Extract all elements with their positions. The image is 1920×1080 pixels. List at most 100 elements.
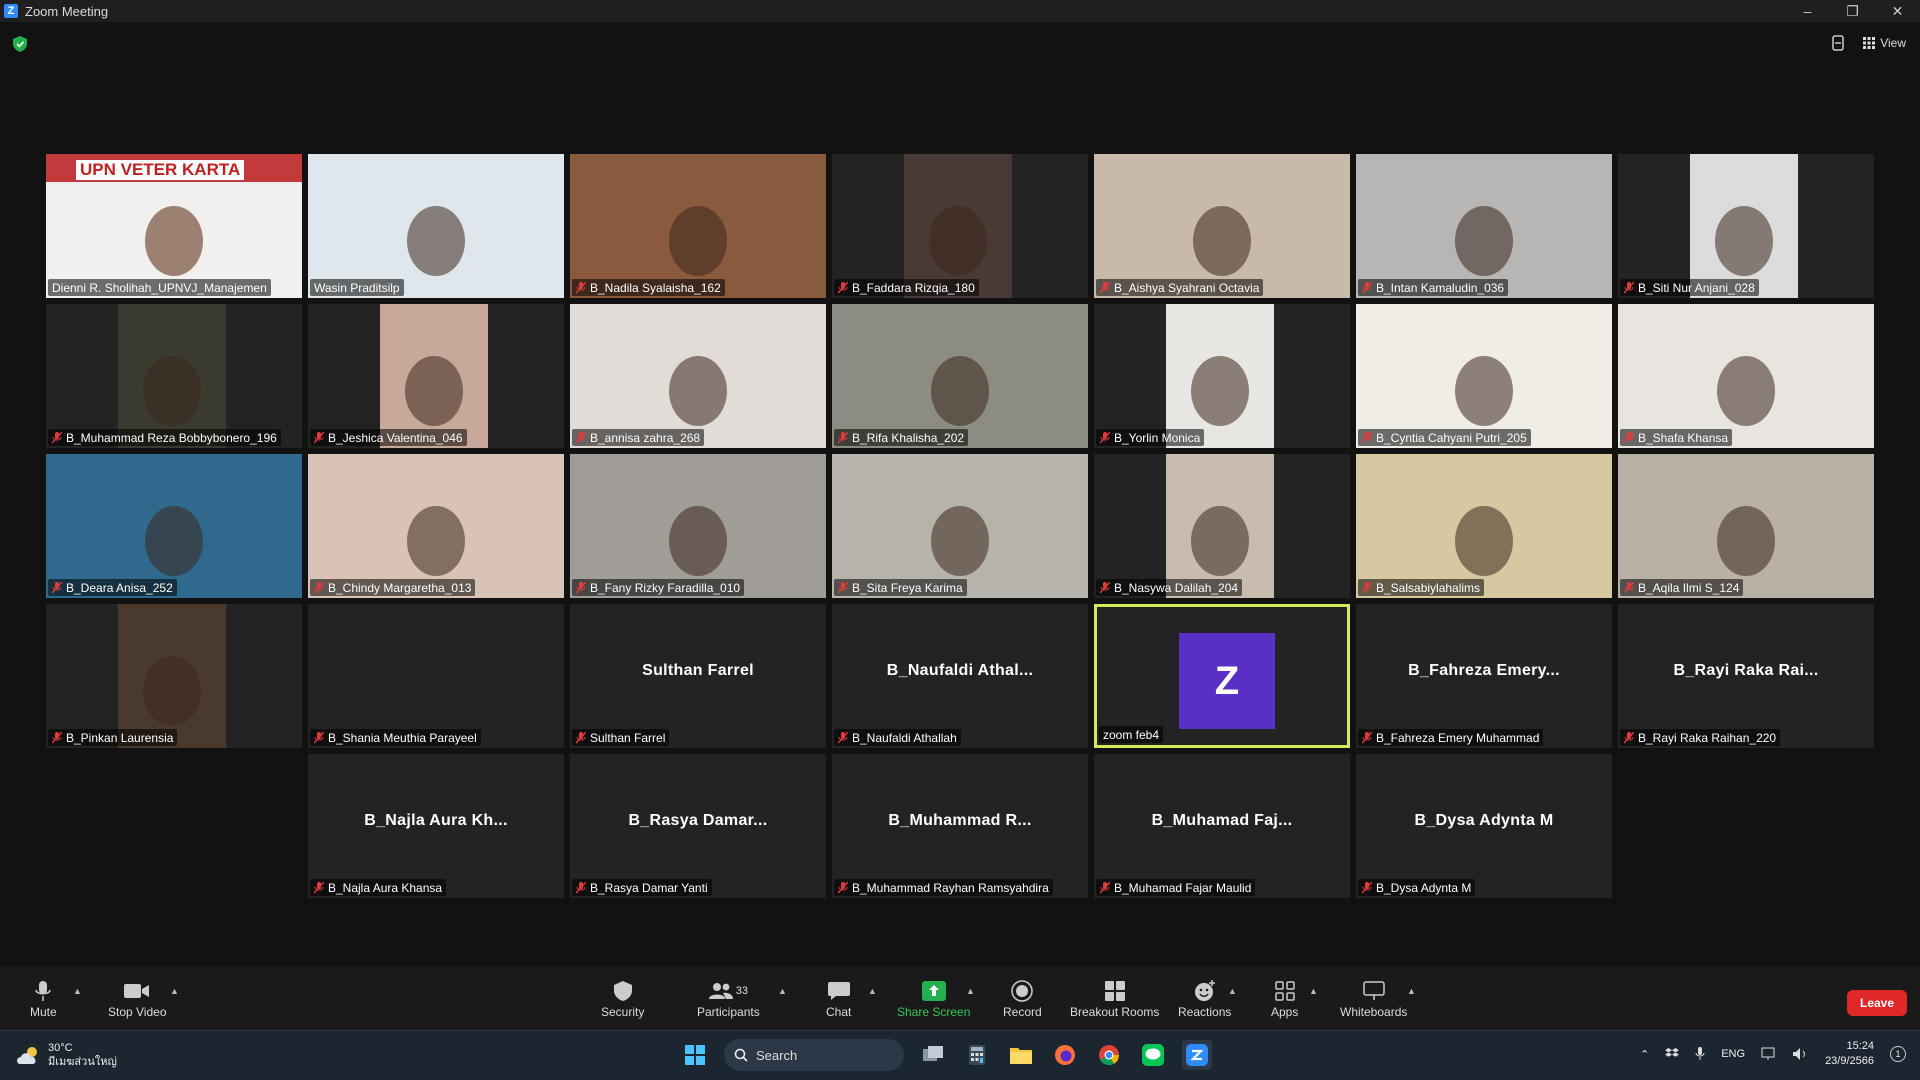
weather-widget[interactable]: 30°C มีเมฆส่วนใหญ่ <box>16 1041 117 1069</box>
participant-tile[interactable]: B_Deara Anisa_252 <box>46 454 302 598</box>
person-silhouette <box>407 506 465 576</box>
participant-tile[interactable]: B_Aqila Ilmi S_124 <box>1618 454 1874 598</box>
participant-tile[interactable]: B_Pinkan Laurensia <box>46 604 302 748</box>
chat-button[interactable]: Chat <box>826 980 851 1019</box>
breakout-rooms-button[interactable]: Breakout Rooms <box>1070 980 1159 1019</box>
participant-name-label: B_Yorlin Monica <box>1096 429 1205 446</box>
weather-text: มีเมฆส่วนใหญ่ <box>48 1056 117 1068</box>
participant-tile[interactable]: B_Naufaldi Athal... B_Naufaldi Athallah <box>832 604 1088 748</box>
taskbar-search[interactable]: Search <box>724 1039 904 1071</box>
whiteboards-button[interactable]: Whiteboards <box>1340 980 1407 1019</box>
video-options-caret[interactable]: ▲ <box>170 986 179 996</box>
close-button[interactable]: ✕ <box>1875 0 1920 22</box>
participant-tile[interactable]: B_Rasya Damar... B_Rasya Damar Yanti <box>570 754 826 898</box>
participant-tile[interactable]: B_Nadila Syalaisha_162 <box>570 154 826 298</box>
participant-tile[interactable]: UPN VETER KARTA Dienni R. Sholihah_UPNVJ_… <box>46 154 302 298</box>
participant-tile[interactable]: B_Najla Aura Kh... B_Najla Aura Khansa <box>308 754 564 898</box>
participant-tile[interactable]: B_Intan Kamaludin_036 <box>1356 154 1612 298</box>
participant-name-label: B_Pinkan Laurensia <box>48 729 178 746</box>
participant-tile[interactable]: B_annisa zahra_268 <box>570 304 826 448</box>
breakout-rooms-icon <box>1104 981 1125 1001</box>
participant-tile[interactable]: B_Nasywa Dalilah_204 <box>1094 454 1350 598</box>
reactions-button[interactable]: Reactions <box>1178 980 1231 1019</box>
participant-tile[interactable]: Sulthan Farrel Sulthan Farrel <box>570 604 826 748</box>
meeting-top-bar: View <box>0 22 1920 66</box>
volume-icon[interactable] <box>1793 1047 1809 1061</box>
participant-tile[interactable]: B_Shafa Khansa <box>1618 304 1874 448</box>
notification-badge[interactable]: 1 <box>1890 1046 1906 1062</box>
dropbox-icon[interactable] <box>1665 1048 1680 1060</box>
participant-tile[interactable]: B_Faddara Rizqia_180 <box>832 154 1088 298</box>
tray-microphone-icon[interactable] <box>1695 1047 1705 1061</box>
view-button[interactable]: View <box>1863 36 1906 50</box>
muted-mic-icon <box>1100 881 1110 893</box>
network-icon[interactable] <box>1761 1047 1777 1061</box>
participant-tile[interactable]: B_Fany Rizky Faradilla_010 <box>570 454 826 598</box>
reactions-options-caret[interactable]: ▲ <box>1228 986 1237 996</box>
input-language[interactable]: ENG <box>1721 1048 1745 1060</box>
zoom-app[interactable] <box>1182 1040 1212 1070</box>
participant-tile[interactable]: B_Siti Nur Anjani_028 <box>1618 154 1874 298</box>
participant-tile[interactable]: B_Cyntia Cahyani Putri_205 <box>1356 304 1612 448</box>
participant-name-label: B_Najla Aura Khansa <box>310 879 447 896</box>
video-camera-icon <box>124 984 150 998</box>
participant-tile[interactable]: B_Salsabiylahalims <box>1356 454 1612 598</box>
participant-name-label: B_Fany Rizky Faradilla_010 <box>572 579 745 596</box>
minimize-button[interactable]: – <box>1785 0 1830 22</box>
calculator-app[interactable] <box>962 1040 992 1070</box>
apps-button[interactable]: Apps <box>1271 980 1298 1019</box>
audio-options-caret[interactable]: ▲ <box>73 986 82 996</box>
line-app[interactable] <box>1138 1040 1168 1070</box>
participant-name-label: B_Rifa Khalisha_202 <box>834 429 969 446</box>
participant-tile[interactable]: B_Muhammad R... B_Muhammad Rayhan Ramsyah… <box>832 754 1088 898</box>
file-explorer-app[interactable] <box>1006 1040 1036 1070</box>
participant-tile[interactable]: B_Rayi Raka Rai... B_Rayi Raka Raihan_220 <box>1618 604 1874 748</box>
windows-taskbar: 30°C มีเมฆส่วนใหญ่ Search ⌃ ENG 15:24 23… <box>0 1030 1920 1080</box>
participant-tile[interactable]: B_Muhamad Faj... B_Muhamad Fajar Maulid <box>1094 754 1350 898</box>
participants-options-caret[interactable]: ▲ <box>778 986 787 996</box>
chat-options-caret[interactable]: ▲ <box>868 986 877 996</box>
apps-options-caret[interactable]: ▲ <box>1309 986 1318 996</box>
participants-button[interactable]: 33 Participants <box>697 980 760 1019</box>
participant-tile[interactable]: B_Muhammad Reza Bobbybonero_196 <box>46 304 302 448</box>
firefox-icon <box>1055 1045 1075 1065</box>
participant-tile[interactable]: Wasin Praditsilp <box>308 154 564 298</box>
participant-name-label: B_Deara Anisa_252 <box>48 579 177 596</box>
participant-tile[interactable]: B_Shania Meuthia Parayeel <box>308 604 564 748</box>
task-view-button[interactable] <box>918 1040 948 1070</box>
muted-mic-icon <box>576 581 586 593</box>
start-button[interactable] <box>680 1040 710 1070</box>
share-screen-button[interactable]: Share Screen <box>897 980 970 1019</box>
participant-tile[interactable]: B_Sita Freya Karima <box>832 454 1088 598</box>
participant-video <box>570 154 826 298</box>
participant-tile[interactable]: B_Fahreza Emery... B_Fahreza Emery Muhamm… <box>1356 604 1612 748</box>
stop-video-button[interactable]: Stop Video <box>108 980 167 1019</box>
participant-name: B_Shafa Khansa <box>1638 430 1729 445</box>
whiteboards-options-caret[interactable]: ▲ <box>1407 986 1416 996</box>
encryption-shield-icon[interactable] <box>13 36 27 52</box>
microphone-icon <box>35 981 52 1001</box>
participant-video <box>308 454 564 598</box>
record-button[interactable]: Record <box>1003 980 1042 1019</box>
system-clock[interactable]: 15:24 23/9/2566 <box>1825 1039 1874 1069</box>
participant-tile[interactable]: B_Chindy Margaretha_013 <box>308 454 564 598</box>
restore-button[interactable]: ❐ <box>1830 0 1875 22</box>
muted-mic-icon <box>576 431 586 443</box>
chrome-app[interactable] <box>1094 1040 1124 1070</box>
show-hidden-icons-chevron-icon[interactable]: ⌃ <box>1640 1048 1649 1061</box>
participant-name-label: B_Aqila Ilmi S_124 <box>1620 579 1744 596</box>
mute-button[interactable]: Mute <box>30 980 57 1019</box>
participant-tile[interactable]: B_Aishya Syahrani Octavia <box>1094 154 1350 298</box>
participant-tile[interactable]: Zzoom feb4 <box>1094 604 1350 748</box>
share-options-caret[interactable]: ▲ <box>966 986 975 996</box>
participant-tile[interactable]: B_Rifa Khalisha_202 <box>832 304 1088 448</box>
smiley-icon <box>1194 980 1215 1001</box>
immersive-icon[interactable] <box>1831 34 1845 52</box>
participant-tile[interactable]: B_Jeshica Valentina_046 <box>308 304 564 448</box>
muted-mic-icon <box>838 431 848 443</box>
firefox-app[interactable] <box>1050 1040 1080 1070</box>
participant-tile[interactable]: B_Yorlin Monica <box>1094 304 1350 448</box>
leave-button[interactable]: Leave <box>1847 990 1907 1016</box>
security-button[interactable]: Security <box>601 980 644 1019</box>
participant-tile[interactable]: B_Dysa Adynta M B_Dysa Adynta M <box>1356 754 1612 898</box>
